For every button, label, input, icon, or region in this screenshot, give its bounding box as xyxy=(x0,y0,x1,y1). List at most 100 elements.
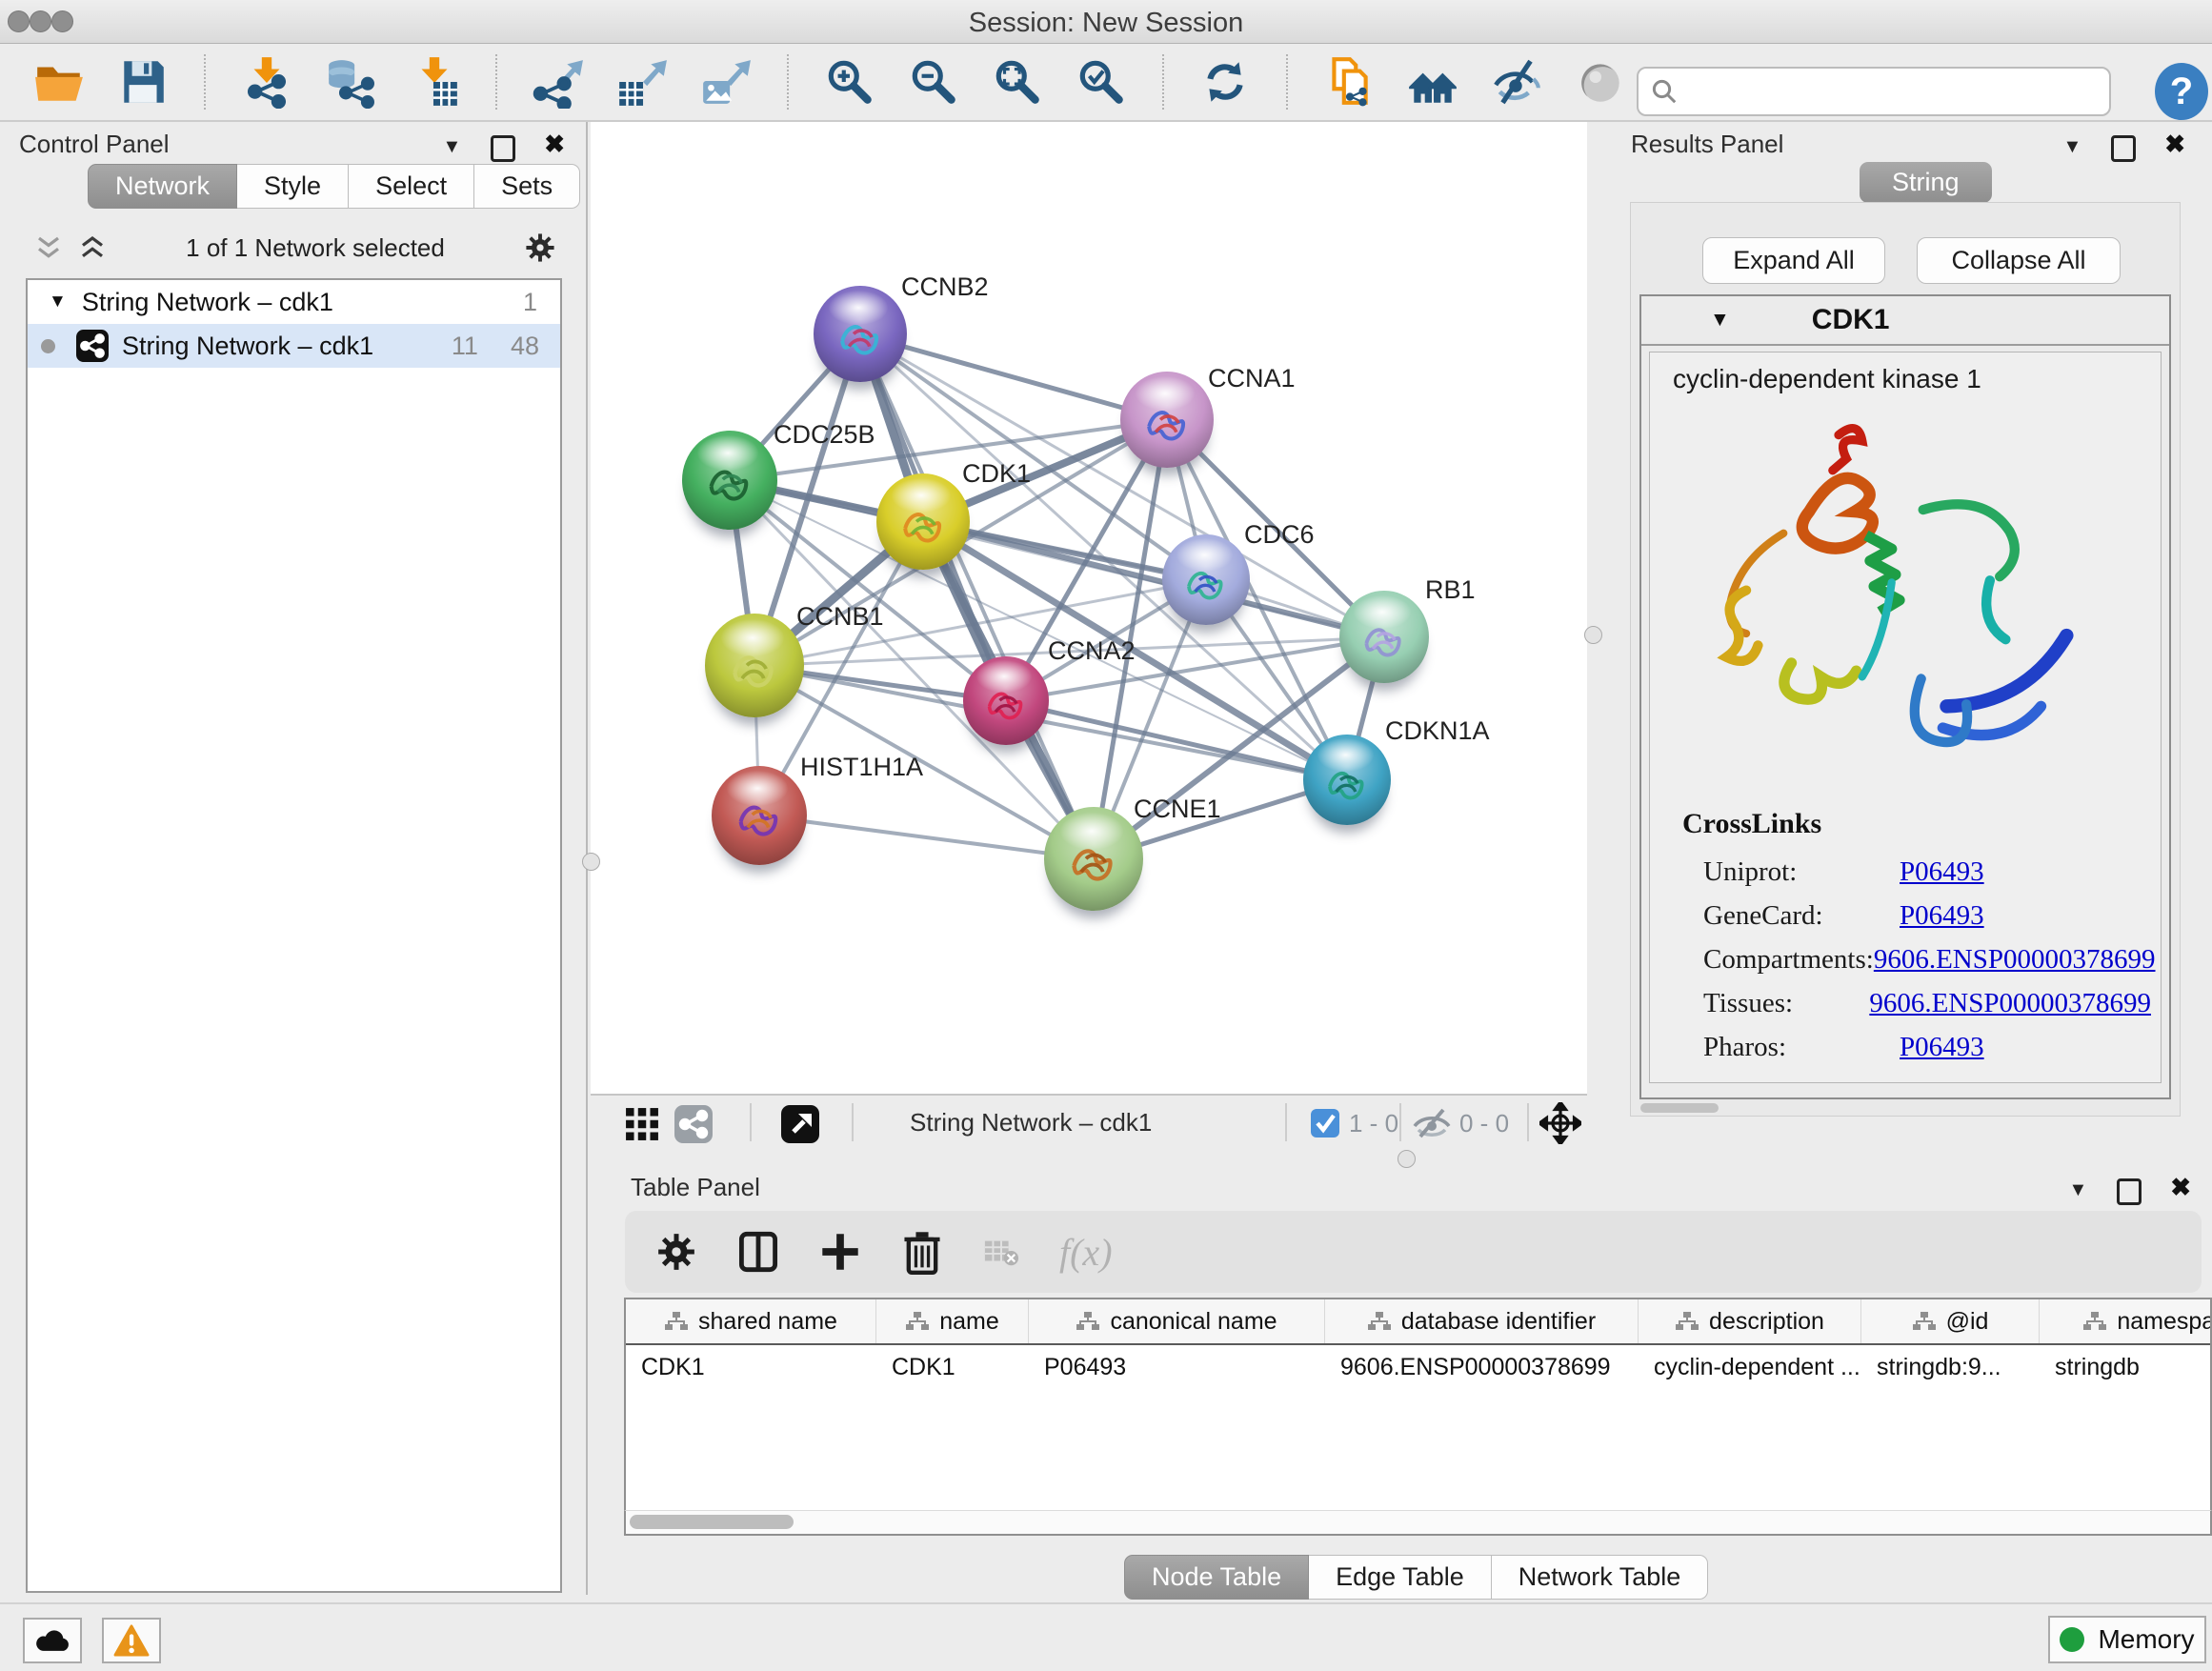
network-row-selected[interactable]: String Network – cdk1 11 48 xyxy=(28,324,560,368)
panel-menu-icon[interactable]: ▼ xyxy=(443,136,462,157)
tab-sets[interactable]: Sets xyxy=(474,164,580,209)
collapse-all-icon[interactable] xyxy=(34,233,63,262)
panel-menu-icon[interactable]: ▼ xyxy=(2063,136,2082,157)
protein-ribbon-icon xyxy=(1130,393,1204,460)
tab-string[interactable]: String xyxy=(1860,162,1992,203)
table-cell[interactable]: CDK1 xyxy=(876,1345,1029,1389)
network-node-ccna1[interactable] xyxy=(1120,372,1214,469)
table-cell[interactable]: P06493 xyxy=(1029,1345,1325,1389)
show-graphics-details-icon[interactable] xyxy=(1574,55,1627,109)
tab-node-table[interactable]: Node Table xyxy=(1124,1555,1309,1600)
gear-icon[interactable] xyxy=(524,232,556,264)
table-cell[interactable]: 9606.ENSP00000378699 xyxy=(1325,1345,1639,1389)
network-node-cdc25b[interactable] xyxy=(682,431,777,530)
collapse-triangle-icon[interactable]: ▼ xyxy=(1710,309,1730,332)
warnings-button[interactable] xyxy=(102,1618,161,1663)
table-cell[interactable]: cyclin-dependent ... xyxy=(1639,1345,1861,1389)
float-panel-icon[interactable] xyxy=(2111,135,2136,162)
crosslink-link[interactable]: 9606.ENSP00000378699 xyxy=(1874,944,2156,976)
network-node-ccna2[interactable] xyxy=(963,656,1049,746)
selected-checkbox-icon[interactable] xyxy=(1311,1109,1339,1137)
show-columns-icon[interactable] xyxy=(737,1229,779,1275)
network-node-hist1h1a[interactable] xyxy=(712,766,807,865)
table-cell[interactable]: CDK1 xyxy=(626,1345,876,1389)
panel-menu-icon[interactable]: ▼ xyxy=(2069,1179,2088,1200)
close-panel-icon[interactable]: ✖ xyxy=(2164,130,2185,158)
import-network-icon[interactable] xyxy=(240,55,293,109)
network-node-cdk1[interactable] xyxy=(876,473,970,571)
export-image-icon[interactable] xyxy=(699,55,753,109)
column-header-name[interactable]: name xyxy=(876,1299,1029,1343)
close-panel-icon[interactable]: ✖ xyxy=(544,130,565,158)
collapse-all-button[interactable]: Collapse All xyxy=(1917,237,2121,284)
zoom-out-icon[interactable] xyxy=(907,55,960,109)
toggle-string-style-icon[interactable] xyxy=(1490,55,1543,109)
tab-network[interactable]: Network xyxy=(88,164,237,209)
crosslink-link[interactable]: P06493 xyxy=(1900,856,1984,888)
close-panel-icon[interactable]: ✖ xyxy=(2170,1173,2191,1201)
crosslink-link[interactable]: P06493 xyxy=(1900,1032,1984,1063)
network-node-ccnb2[interactable] xyxy=(814,286,907,383)
cloud-status-button[interactable] xyxy=(23,1618,82,1663)
zoom-fit-icon[interactable] xyxy=(991,55,1044,109)
table-cell[interactable]: stringdb xyxy=(2040,1345,2212,1389)
search-input[interactable] xyxy=(1686,76,2109,108)
refresh-icon[interactable] xyxy=(1198,55,1252,109)
network-collection-row[interactable]: ▼ String Network – cdk1 1 xyxy=(28,280,560,324)
open-session-icon[interactable] xyxy=(32,55,86,109)
float-panel-icon[interactable] xyxy=(2117,1178,2142,1205)
help-icon[interactable]: ? xyxy=(2155,63,2208,120)
column-header-shared-name[interactable]: shared name xyxy=(626,1299,876,1343)
network-node-cdkn1a[interactable] xyxy=(1303,735,1391,826)
column-header-description[interactable]: description xyxy=(1639,1299,1861,1343)
toolbar-separator xyxy=(1162,54,1164,110)
table-horizontal-scrollbar[interactable] xyxy=(624,1510,2212,1536)
network-view-icon[interactable] xyxy=(674,1105,713,1143)
protein-header-row[interactable]: ▼ CDK1 xyxy=(1641,296,2169,346)
export-table-icon[interactable] xyxy=(615,55,669,109)
float-panel-icon[interactable] xyxy=(491,135,515,162)
birds-eye-view-icon[interactable] xyxy=(781,1105,819,1143)
tab-edge-table[interactable]: Edge Table xyxy=(1309,1555,1492,1600)
column-header--id[interactable]: @id xyxy=(1861,1299,2040,1343)
left-splitter-grip[interactable] xyxy=(582,853,600,871)
network-node-rb1[interactable] xyxy=(1339,591,1429,684)
expand-all-button[interactable]: Expand All xyxy=(1702,237,1885,284)
zoom-selected-icon[interactable] xyxy=(1075,55,1128,109)
hidden-eye-slash-icon[interactable] xyxy=(1411,1107,1453,1139)
column-header-namespac[interactable]: namespac xyxy=(2040,1299,2212,1343)
horizontal-splitter-grip[interactable] xyxy=(1398,1150,1416,1168)
duplicate-network-icon[interactable] xyxy=(1322,55,1376,109)
export-network-icon[interactable] xyxy=(532,55,585,109)
table-cell[interactable]: stringdb:9... xyxy=(1861,1345,2040,1389)
column-header-database-identifier[interactable]: database identifier xyxy=(1325,1299,1639,1343)
tab-style[interactable]: Style xyxy=(237,164,349,209)
save-session-icon[interactable] xyxy=(116,55,170,109)
zoom-in-icon[interactable] xyxy=(823,55,876,109)
import-network-database-icon[interactable] xyxy=(324,55,377,109)
right-splitter-grip[interactable] xyxy=(1584,626,1602,644)
search-box[interactable] xyxy=(1637,67,2111,116)
network-canvas[interactable]: CCNB2CCNA1CDC25BCDK1CDC6RB1CCNB1CCNA2CDK… xyxy=(591,122,1587,1094)
tab-network-table[interactable]: Network Table xyxy=(1492,1555,1709,1600)
add-column-icon[interactable] xyxy=(819,1229,861,1275)
scrollbar-thumb[interactable] xyxy=(630,1515,794,1529)
grid-view-icon[interactable] xyxy=(625,1107,659,1141)
crosslink-link[interactable]: 9606.ENSP00000378699 xyxy=(1869,988,2151,1019)
network-node-cdc6[interactable] xyxy=(1162,534,1250,626)
status-bar: Memory xyxy=(0,1602,2212,1671)
fit-content-crosshair-icon[interactable] xyxy=(1539,1102,1581,1144)
delete-column-trash-icon[interactable] xyxy=(901,1229,943,1275)
crosslink-link[interactable]: P06493 xyxy=(1900,900,1984,932)
column-header-canonical-name[interactable]: canonical name xyxy=(1029,1299,1325,1343)
expand-all-icon[interactable] xyxy=(78,233,107,262)
network-node-ccnb1[interactable] xyxy=(705,614,804,716)
results-scrollbar-thumb[interactable] xyxy=(1640,1103,1719,1113)
network-node-ccne1[interactable] xyxy=(1044,807,1143,910)
tab-select[interactable]: Select xyxy=(349,164,474,209)
memory-button[interactable]: Memory xyxy=(2048,1616,2206,1663)
import-table-icon[interactable] xyxy=(408,55,461,109)
string-home-icon[interactable] xyxy=(1406,55,1459,109)
collapse-triangle-icon[interactable]: ▼ xyxy=(49,292,67,312)
table-settings-gear-icon[interactable] xyxy=(655,1229,697,1275)
